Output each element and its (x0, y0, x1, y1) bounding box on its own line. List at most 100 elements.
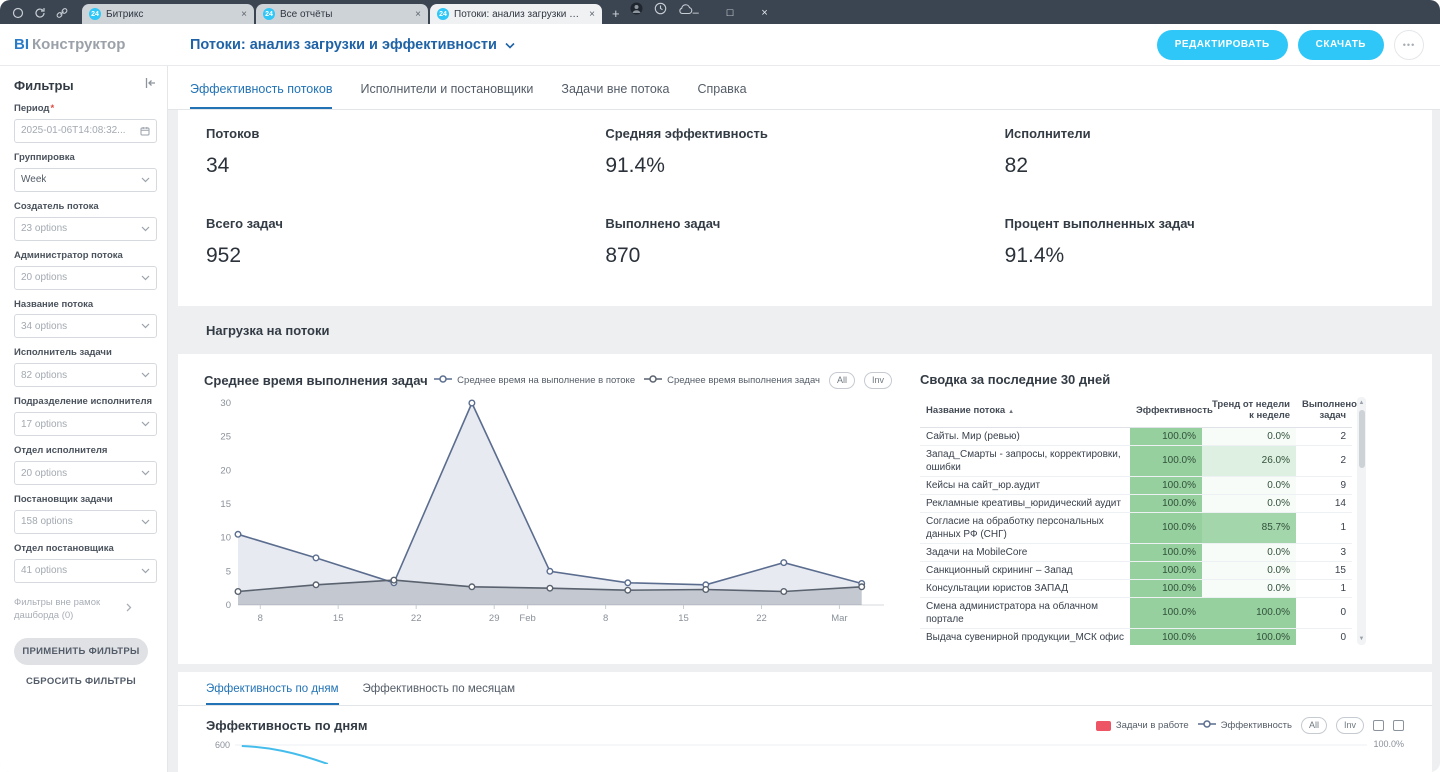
scrollbar-thumb[interactable] (1359, 410, 1365, 468)
legend-all-button[interactable]: All (829, 372, 855, 389)
tab-close-icon[interactable]: × (241, 9, 247, 20)
table-row[interactable]: Согласие на обработку персональных данны… (920, 512, 1352, 543)
reset-filters-button[interactable]: СБРОСИТЬ ФИЛЬТРЫ (14, 675, 148, 688)
table-row[interactable]: Выдача сувенирной продукции_МСК офис100.… (920, 628, 1352, 645)
tab-close-icon[interactable]: × (415, 9, 421, 20)
filter-select[interactable]: Week (14, 168, 157, 192)
browser-tab[interactable]: 24Все отчёты× (256, 4, 428, 24)
svg-text:10: 10 (220, 533, 231, 544)
download-button[interactable]: СКАЧАТЬ (1298, 30, 1384, 60)
legend-inv-button[interactable]: Inv (864, 372, 892, 389)
edit-button[interactable]: РЕДАКТИРОВАТЬ (1157, 30, 1288, 60)
more-options-button[interactable]: ••• (1394, 30, 1424, 60)
bi-constructor-logo[interactable]: BIКонструктор (0, 36, 168, 53)
load-charts-card: Среднее время выполнения задач Среднее в… (178, 354, 1432, 664)
column-header[interactable]: Тренд от недели к неделе (1202, 397, 1296, 427)
filter-select[interactable]: 41 options (14, 559, 157, 583)
filter-label: Исполнитель задачи (14, 347, 157, 359)
legend-item[interactable]: Среднее время на выполнение в потоке (434, 374, 635, 387)
filter-field: Администратор потока 20 options (14, 250, 157, 290)
zoom-select-icon[interactable] (1373, 720, 1384, 731)
chevron-down-icon (141, 470, 150, 476)
efficiency-by-day-chart[interactable] (235, 738, 1367, 764)
legend-all-button[interactable]: All (1301, 717, 1327, 734)
filters-outside-link[interactable]: Фильтры вне рамок дашборда (0) (14, 597, 157, 623)
scroll-down-icon[interactable]: ▼ (1357, 634, 1366, 644)
bitrix24-favicon: 24 (89, 8, 101, 20)
browser-tab[interactable]: 24Битрикс× (82, 4, 254, 24)
collapse-panel-icon[interactable] (144, 76, 157, 94)
minimize-button[interactable]: – (693, 7, 699, 19)
filter-select[interactable]: 34 options (14, 314, 157, 338)
link-icon[interactable] (54, 5, 69, 20)
svg-text:22: 22 (411, 613, 422, 624)
cloud-icon[interactable] (678, 2, 693, 20)
filter-select[interactable]: 20 options (14, 266, 157, 290)
efficiency-cell: 100.0% (1130, 445, 1202, 476)
efficiency-cell: 100.0% (1130, 579, 1202, 597)
scroll-up-icon[interactable]: ▲ (1357, 398, 1366, 408)
legend-line-marker (644, 374, 662, 387)
trend-cell: 85.7% (1202, 512, 1296, 543)
trend-cell: 100.0% (1202, 628, 1296, 645)
dashboard-title-text: Потоки: анализ загрузки и эффективности (190, 37, 497, 53)
close-window-button[interactable]: × (761, 7, 767, 19)
table-scrollbar[interactable]: ▲ ▼ (1357, 397, 1366, 645)
filter-label: Постановщик задачи (14, 494, 157, 506)
filter-select[interactable]: 82 options (14, 363, 157, 387)
table-row[interactable]: Сайты. Мир (ревью)100.0%0.0%2 (920, 427, 1352, 445)
legend-item[interactable]: Среднее время выполнения задач (644, 374, 820, 387)
summary-table-title: Сводка за последние 30 дней (920, 372, 1406, 387)
kpi-card: Исполнители82 (1005, 126, 1404, 212)
browser-tab-strip: 24Битрикс×24Все отчёты×24Потоки: анализ … (82, 4, 604, 24)
report-tab[interactable]: Справка (697, 82, 746, 109)
tab-close-icon[interactable]: × (589, 9, 595, 20)
column-header[interactable]: Название потока▲ (920, 397, 1130, 427)
report-tab[interactable]: Исполнители и постановщики (360, 82, 533, 109)
efficiency-subtab[interactable]: Эффективность по месяцам (363, 683, 515, 705)
refresh-icon[interactable] (32, 5, 47, 20)
period-date-input[interactable]: 2025-01-06T14:08:32... (14, 119, 157, 143)
profile-avatar-icon[interactable] (630, 2, 643, 20)
table-row[interactable]: Задачи на MobileCore100.0%0.0%3 (920, 543, 1352, 561)
table-row[interactable]: Запад_Смарты - запросы, корректировки, о… (920, 445, 1352, 476)
report-tab[interactable]: Эффективность потоков (190, 82, 332, 109)
browser-menu-icon[interactable] (10, 5, 25, 20)
table-row[interactable]: Санкционный скрининг – Запад100.0%0.0%15 (920, 561, 1352, 579)
dashboard-title[interactable]: Потоки: анализ загрузки и эффективности (190, 37, 515, 53)
filter-select[interactable]: 23 options (14, 217, 157, 241)
bitrix24-favicon: 24 (263, 8, 275, 20)
svg-text:8: 8 (603, 613, 608, 624)
filter-select[interactable]: 20 options (14, 461, 157, 485)
maximize-button[interactable]: □ (727, 7, 734, 19)
app-header: BIКонструктор Потоки: анализ загрузки и … (0, 24, 1440, 66)
table-row[interactable]: Кейсы на сайт_юр.аудит100.0%0.0%9 (920, 476, 1352, 494)
history-clock-icon[interactable] (654, 2, 667, 20)
report-tab[interactable]: Задачи вне потока (561, 82, 669, 109)
filter-value: 20 options (21, 272, 67, 283)
sort-asc-icon[interactable]: ▲ (1008, 409, 1014, 415)
y-axis-top-label-left: 600 (200, 740, 230, 750)
filter-label: Администратор потока (14, 250, 157, 262)
apply-filters-button[interactable]: ПРИМЕНИТЬ ФИЛЬТРЫ (14, 638, 148, 665)
trend-cell: 0.0% (1202, 579, 1296, 597)
new-tab-button[interactable]: + (612, 6, 620, 21)
table-row[interactable]: Консультации юристов ЗАПАД100.0%0.0%1 (920, 579, 1352, 597)
column-header[interactable]: Эффективность (1130, 397, 1202, 427)
efficiency-subtab[interactable]: Эффективность по дням (206, 683, 339, 705)
browser-tab[interactable]: 24Потоки: анализ загрузки и эф× (430, 4, 602, 24)
filter-select[interactable]: 158 options (14, 510, 157, 534)
legend-item[interactable]: Эффективность (1198, 719, 1292, 732)
svg-text:15: 15 (220, 499, 231, 510)
filter-select[interactable]: 17 options (14, 412, 157, 436)
column-header[interactable]: Выполнено задач (1296, 397, 1352, 427)
table-row[interactable]: Рекламные креативы_юридический аудит100.… (920, 494, 1352, 512)
legend-item[interactable]: Задачи в работе (1096, 720, 1189, 731)
chevron-down-icon (141, 568, 150, 574)
avg-time-line-chart[interactable]: 0510152025308152229Feb81522Mar (204, 393, 892, 636)
filter-field: Создатель потока23 options (14, 201, 157, 241)
legend-inv-button[interactable]: Inv (1336, 717, 1364, 734)
table-row[interactable]: Смена администратора на облачном портале… (920, 597, 1352, 628)
filter-label: Подразделение исполнителя (14, 396, 157, 408)
zoom-reset-icon[interactable] (1393, 720, 1404, 731)
